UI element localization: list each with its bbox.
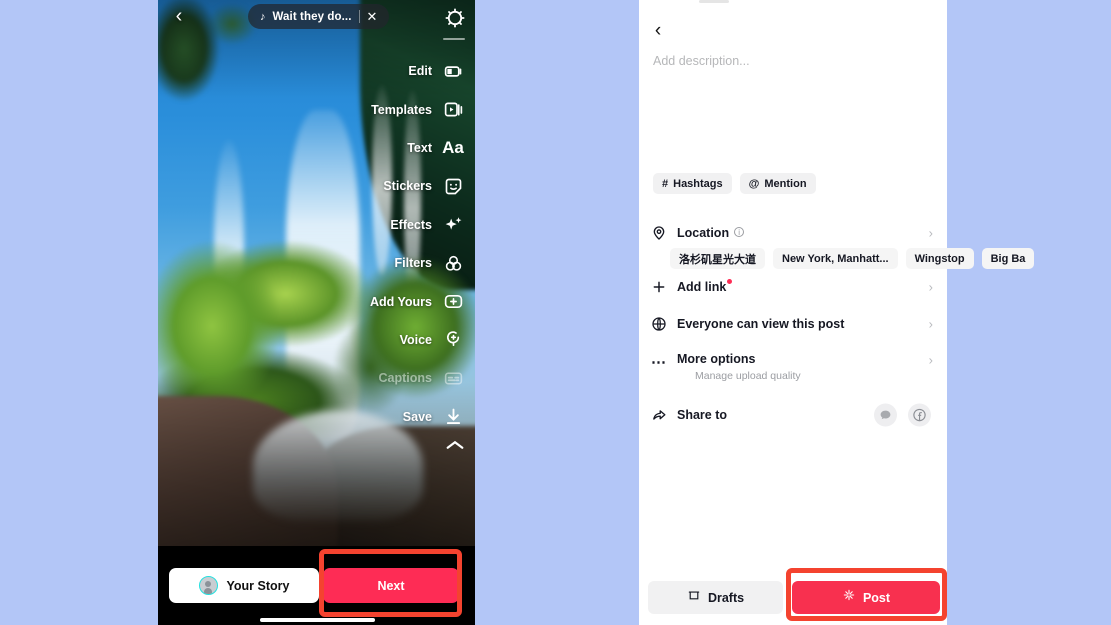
- chevron-right-icon: ›: [928, 225, 933, 241]
- your-story-button[interactable]: Your Story: [169, 568, 319, 603]
- chevron-right-icon: ›: [928, 279, 933, 295]
- next-button[interactable]: Next: [323, 568, 459, 603]
- drafts-box-icon: [687, 588, 701, 607]
- hashtags-label: Hashtags: [673, 177, 723, 190]
- new-badge-dot: [727, 278, 733, 284]
- sticker-face-icon: [441, 174, 465, 198]
- tool-templates[interactable]: Templates: [330, 90, 475, 128]
- post-label: Post: [862, 590, 891, 605]
- tool-stickers[interactable]: Stickers: [330, 167, 475, 205]
- tool-text[interactable]: Text Aa: [330, 129, 475, 167]
- info-icon: i: [734, 227, 745, 237]
- close-icon[interactable]: ✕: [367, 10, 378, 23]
- templates-icon: [441, 98, 465, 122]
- next-label: Next: [377, 578, 405, 593]
- text-aa-icon: Aa: [442, 137, 464, 157]
- captions-icon: [441, 366, 465, 390]
- hashtags-chip[interactable]: # Hashtags: [653, 173, 732, 194]
- plus-icon: [649, 277, 669, 297]
- location-chip[interactable]: Big Ba: [981, 248, 1035, 269]
- location-label: Location: [677, 226, 730, 240]
- music-track-title: Wait they do...: [272, 10, 352, 23]
- tool-save[interactable]: Save: [330, 398, 475, 436]
- sparkle-effects-icon: [441, 213, 465, 237]
- add-link-row[interactable]: Add link ›: [649, 270, 941, 304]
- share-to-label: Share to: [677, 408, 728, 422]
- privacy-row[interactable]: Everyone can view this post ›: [649, 307, 941, 341]
- add-link-label: Add link: [677, 280, 727, 294]
- location-chip[interactable]: 洛杉矶星光大道: [670, 248, 765, 269]
- tool-filters[interactable]: Filters: [330, 244, 475, 282]
- chevron-up-icon[interactable]: [443, 436, 467, 458]
- tool-edit[interactable]: Edit: [330, 52, 475, 90]
- pill-divider: [358, 10, 360, 23]
- tool-label: Effects: [390, 217, 432, 232]
- filters-circles-icon: [441, 251, 465, 275]
- avatar: [198, 576, 218, 595]
- location-chip-label: Big Ba: [990, 252, 1026, 265]
- tag-chip-row: # Hashtags @ Mention: [653, 173, 816, 194]
- share-to-row[interactable]: Share to: [649, 398, 941, 432]
- location-row[interactable]: Location i ›: [649, 216, 941, 250]
- more-options-row[interactable]: ⋯ More options Manage upload quality ›: [649, 346, 941, 390]
- location-chip[interactable]: New York, Manhatt...: [773, 248, 898, 269]
- location-pin-icon: [649, 223, 669, 243]
- location-chip-label: Wingstop: [914, 252, 965, 265]
- messages-bubble-icon[interactable]: [874, 403, 897, 427]
- tool-captions[interactable]: Captions: [330, 359, 475, 397]
- toolbar-divider: [443, 38, 465, 40]
- tool-label: Filters: [394, 256, 432, 271]
- download-icon: [441, 405, 465, 429]
- your-story-label: Your Story: [226, 578, 290, 593]
- sparkle-icon: [842, 588, 856, 607]
- mention-label: Mention: [764, 177, 807, 190]
- tool-label: Add Yours: [369, 294, 432, 309]
- back-button-post[interactable]: ‹: [648, 21, 668, 41]
- post-button[interactable]: Post: [792, 581, 940, 614]
- tool-label: Templates: [371, 102, 432, 117]
- voice-mic-icon: [441, 328, 465, 352]
- chevron-right-icon: ›: [928, 316, 933, 332]
- gear-icon[interactable]: [443, 6, 467, 30]
- tool-add-yours[interactable]: Add Yours: [330, 282, 475, 320]
- ellipsis-icon: ⋯: [651, 354, 667, 371]
- add-yours-icon: [441, 290, 465, 314]
- screenshot-root: ‹ ♪ Wait they do... ✕ Edit Templates Tex…: [0, 0, 1111, 625]
- globe-icon: [649, 314, 669, 334]
- back-button-editor[interactable]: ‹: [168, 6, 190, 28]
- tool-label: Stickers: [383, 179, 432, 194]
- chevron-right-icon: ›: [928, 352, 933, 368]
- facebook-icon[interactable]: [908, 403, 931, 427]
- tool-label: Voice: [399, 332, 432, 347]
- location-chip-label: New York, Manhatt...: [782, 252, 889, 265]
- music-track-pill[interactable]: ♪ Wait they do... ✕: [248, 4, 390, 29]
- top-partial-element: [699, 0, 729, 3]
- more-options-subtitle: Manage upload quality: [695, 370, 801, 382]
- privacy-label: Everyone can view this post: [677, 317, 845, 331]
- location-chip[interactable]: Wingstop: [905, 248, 974, 269]
- tool-label: Save: [402, 409, 432, 424]
- editor-tool-list: Edit Templates Text Aa Stickers Effects …: [330, 52, 475, 436]
- drafts-button[interactable]: Drafts: [648, 581, 783, 614]
- music-note-icon: ♪: [260, 10, 266, 23]
- hashtag-icon: #: [662, 177, 669, 190]
- tool-voice[interactable]: Voice: [330, 321, 475, 359]
- edit-clip-icon: [441, 59, 465, 83]
- tool-label: Edit: [408, 64, 432, 79]
- share-target-list: [874, 403, 931, 427]
- tool-effects[interactable]: Effects: [330, 206, 475, 244]
- more-options-label: More options: [677, 352, 756, 366]
- share-arrow-icon: [649, 405, 669, 425]
- location-suggestion-row: 洛杉矶星光大道 New York, Manhatt... Wingstop Bi…: [670, 248, 1035, 269]
- tool-label: Text: [407, 140, 432, 155]
- location-chip-label: 洛杉矶星光大道: [679, 253, 756, 266]
- mention-chip[interactable]: @ Mention: [739, 173, 816, 194]
- home-indicator: [260, 618, 375, 622]
- drafts-label: Drafts: [707, 590, 745, 605]
- at-mention-icon: @: [748, 177, 760, 190]
- description-input[interactable]: Add description...: [653, 54, 838, 74]
- tool-label: Captions: [378, 371, 432, 386]
